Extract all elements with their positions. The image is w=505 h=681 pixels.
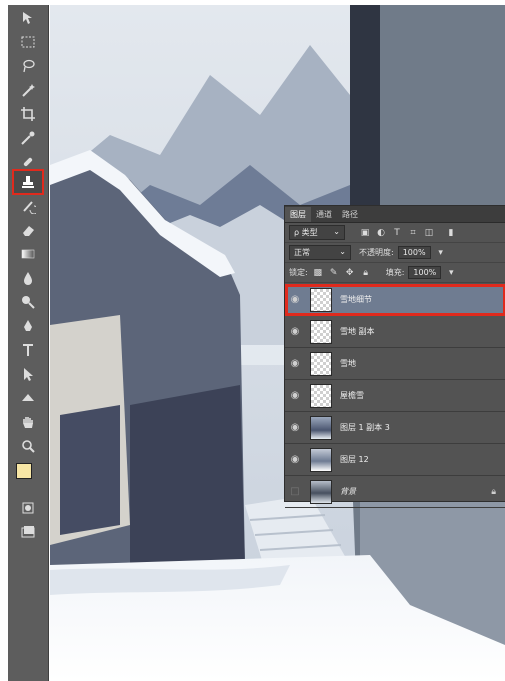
foreground-color-swatch[interactable] [16, 463, 32, 479]
layer-thumbnail [310, 287, 332, 312]
marquee-tool-icon[interactable] [14, 31, 42, 53]
blend-mode-dropdown[interactable]: 正常 ⌄ [289, 245, 351, 260]
layer-name: 图层 12 [340, 455, 369, 464]
quick-mask-icon[interactable] [14, 497, 42, 519]
layer-thumbnail [310, 351, 332, 376]
blend-opacity-row: 正常 ⌄ 不透明度: 100% ▾ [285, 243, 505, 263]
layer-thumbnail [310, 319, 332, 344]
lock-pixels-icon[interactable]: ✎ [328, 267, 340, 279]
visibility-eye-icon[interactable]: ◉ [285, 358, 305, 369]
lock-transparency-icon[interactable]: ▩ [312, 267, 324, 279]
chevron-down-icon: ⌄ [339, 247, 346, 256]
layer-filter-dropdown[interactable]: ρ 类型 ⌄ [289, 225, 345, 240]
layers-panel: 图层 通道 路径 ρ 类型 ⌄ ▣ ◐ T ⌗ ◫ ▮ 正常 ⌄ 不透明度: 1… [284, 205, 505, 508]
color-swatches[interactable] [16, 463, 40, 487]
layer-row[interactable]: ◉ 雪地 副本 [285, 316, 505, 348]
tools-panel [8, 5, 49, 681]
tab-channels[interactable]: 通道 [311, 207, 337, 222]
type-filter-icon[interactable]: T [391, 227, 403, 239]
history-brush-tool-icon[interactable] [14, 195, 42, 217]
layer-row[interactable]: ◉ 屋檐雪 [285, 380, 505, 412]
lock-label: 锁定: [289, 268, 308, 277]
fill-label: 填充: [385, 268, 405, 277]
shape-tool-icon[interactable] [14, 387, 42, 409]
lock-all-icon[interactable]: 🔒︎ [360, 267, 372, 279]
photoshop-workspace: 图层 通道 路径 ρ 类型 ⌄ ▣ ◐ T ⌗ ◫ ▮ 正常 ⌄ 不透明度: 1… [0, 0, 505, 681]
layer-name: 图层 1 副本 3 [340, 423, 390, 432]
lock-position-icon[interactable]: ✥ [344, 267, 356, 279]
zoom-tool-icon[interactable] [14, 435, 42, 457]
shape-filter-icon[interactable]: ⌗ [407, 227, 419, 239]
eyedropper-tool-icon[interactable] [14, 127, 42, 149]
eraser-tool-icon[interactable] [14, 219, 42, 241]
move-tool-icon[interactable] [14, 7, 42, 29]
layer-row[interactable]: ◉ 图层 12 [285, 444, 505, 476]
pen-tool-icon[interactable] [14, 315, 42, 337]
opacity-slider-icon[interactable]: ▾ [435, 247, 447, 259]
layer-name: 雪地 [340, 359, 356, 368]
layer-row[interactable]: ◉ 雪地细节 [285, 284, 505, 316]
layer-name: 屋檐雪 [340, 391, 364, 400]
layer-list: ◉ 雪地细节 ◉ 雪地 副本 ◉ 雪地 ◉ 屋檐雪 ◉ 图层 1 副本 3 ◉ … [285, 284, 505, 508]
smart-object-filter-icon[interactable]: ◫ [423, 227, 435, 239]
path-selection-tool-icon[interactable] [14, 363, 42, 385]
layer-filter-row: ρ 类型 ⌄ ▣ ◐ T ⌗ ◫ ▮ [285, 223, 505, 243]
lock-icon: 🔒︎ [491, 486, 496, 497]
magic-wand-tool-icon[interactable] [14, 79, 42, 101]
layer-thumbnail [310, 383, 332, 408]
visibility-toggle-empty[interactable]: □ [285, 486, 305, 497]
visibility-eye-icon[interactable]: ◉ [285, 326, 305, 337]
adjustment-filter-icon[interactable]: ◐ [375, 227, 387, 239]
visibility-eye-icon[interactable]: ◉ [285, 422, 305, 433]
layer-name: 背景 [340, 487, 356, 496]
fill-slider-icon[interactable]: ▾ [445, 267, 457, 279]
chevron-down-icon: ⌄ [333, 227, 340, 236]
pixel-filter-icon[interactable]: ▣ [359, 227, 371, 239]
clone-stamp-tool-icon[interactable] [12, 169, 44, 195]
layer-filter-label: ρ 类型 [294, 228, 318, 237]
tab-paths[interactable]: 路径 [337, 207, 363, 222]
dodge-tool-icon[interactable] [14, 291, 42, 313]
layer-name: 雪地细节 [340, 295, 372, 304]
visibility-eye-icon[interactable]: ◉ [285, 454, 305, 465]
opacity-input[interactable]: 100% [397, 246, 431, 259]
visibility-eye-icon[interactable]: ◉ [285, 390, 305, 401]
hand-tool-icon[interactable] [14, 411, 42, 433]
tab-layers[interactable]: 图层 [285, 207, 311, 222]
layer-thumbnail [310, 447, 332, 472]
layer-row[interactable]: □ 背景 🔒︎ [285, 476, 505, 508]
fill-input[interactable]: 100% [408, 266, 442, 279]
layer-row[interactable]: ◉ 雪地 [285, 348, 505, 380]
screen-mode-icon[interactable] [14, 521, 42, 543]
visibility-eye-icon[interactable]: ◉ [285, 294, 305, 305]
panel-tabs: 图层 通道 路径 [285, 206, 505, 223]
layer-name: 雪地 副本 [340, 327, 375, 336]
crop-tool-icon[interactable] [14, 103, 42, 125]
blur-tool-icon[interactable] [14, 267, 42, 289]
blend-mode-value: 正常 [294, 248, 310, 257]
opacity-label: 不透明度: [359, 248, 394, 257]
layer-thumbnail [310, 479, 332, 504]
healing-brush-tool-icon[interactable] [14, 151, 42, 173]
lasso-tool-icon[interactable] [14, 55, 42, 77]
gradient-tool-icon[interactable] [14, 243, 42, 265]
filter-toggle-icon[interactable]: ▮ [445, 227, 457, 239]
type-tool-icon[interactable] [14, 339, 42, 361]
lock-fill-row: 锁定: ▩ ✎ ✥ 🔒︎ 填充: 100% ▾ [285, 263, 505, 283]
layer-thumbnail [310, 415, 332, 440]
layer-row[interactable]: ◉ 图层 1 副本 3 [285, 412, 505, 444]
